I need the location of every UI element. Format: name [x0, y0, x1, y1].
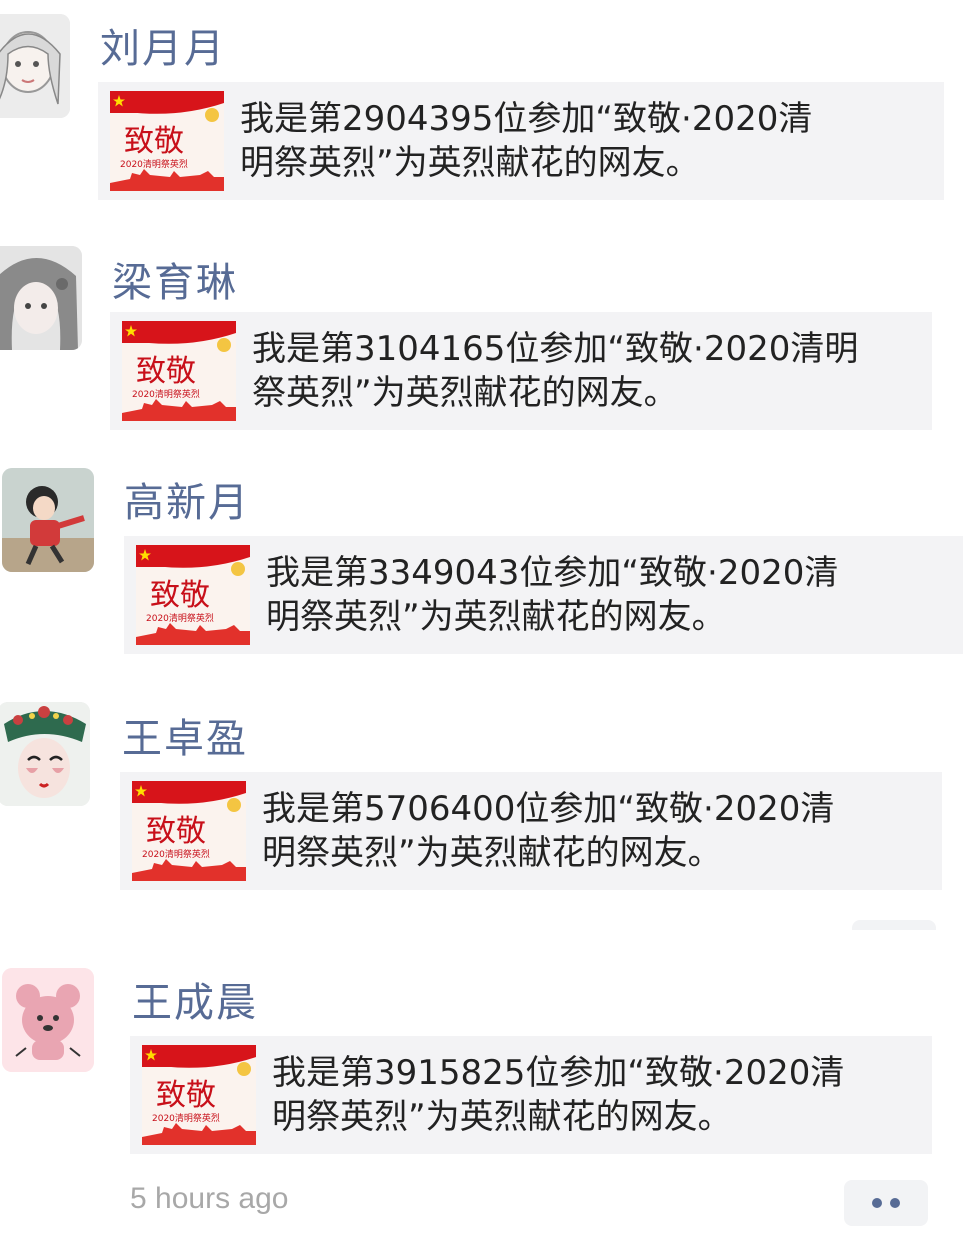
card-text-line: 我是第3915825位参加“致敬·2020清	[272, 1053, 845, 1093]
avatar[interactable]	[0, 14, 70, 118]
card-text-line: 明祭英烈”为英烈献花的网友。	[262, 833, 722, 873]
card-text: 我是第3104165位参加“致敬·2020清明 祭英烈”为英烈献花的网友。	[252, 327, 872, 415]
card-text: 我是第3915825位参加“致敬·2020清 明祭英烈”为英烈献花的网友。	[272, 1051, 858, 1139]
card-text-line: 我是第2904395位参加“致敬·2020清	[240, 99, 813, 139]
thumb-title: 致敬	[124, 124, 184, 159]
avatar[interactable]	[2, 468, 94, 572]
thumb-title: 致敬	[150, 578, 210, 613]
card-text: 我是第3349043位参加“致敬·2020清 明祭英烈”为英烈献花的网友。	[266, 551, 852, 639]
avatar[interactable]	[2, 968, 94, 1072]
user-name[interactable]: 刘月月	[100, 16, 226, 74]
more-options-button[interactable]	[844, 1180, 928, 1226]
thumb-subtitle: 2020清明祭英烈	[142, 848, 210, 860]
thumb-subtitle: 2020清明祭英烈	[120, 158, 188, 170]
card-text-line: 我是第5706400位参加“致敬·2020清	[262, 789, 835, 829]
thumb-title: 致敬	[146, 814, 206, 849]
card-text-line: 我是第3349043位参加“致敬·2020清	[266, 553, 839, 593]
thumb-subtitle: 2020清明祭英烈	[132, 388, 200, 400]
shared-link-card[interactable]: 致敬 2020清明祭英烈 我是第3104165位参加“致敬·2020清明 祭英烈…	[110, 312, 932, 430]
user-name[interactable]: 梁育琳	[112, 250, 238, 308]
user-name[interactable]: 高新月	[124, 470, 250, 528]
shared-link-card[interactable]: 致敬 2020清明祭英烈 我是第3915825位参加“致敬·2020清 明祭英烈…	[130, 1036, 932, 1154]
post-timestamp: 5 hours ago	[130, 1182, 289, 1215]
tribute-thumbnail: 致敬 2020清明祭英烈	[132, 781, 246, 881]
avatar[interactable]	[0, 702, 90, 806]
tribute-thumbnail: 致敬 2020清明祭英烈	[110, 91, 224, 191]
card-text-line: 我是第3104165位参加“致敬·2020清明	[252, 329, 859, 369]
thumb-subtitle: 2020清明祭英烈	[152, 1112, 220, 1124]
card-text-line: 明祭英烈”为英烈献花的网友。	[266, 597, 726, 637]
shared-link-card[interactable]: 致敬 2020清明祭英烈 我是第3349043位参加“致敬·2020清 明祭英烈…	[124, 536, 963, 654]
dot-icon	[872, 1198, 882, 1208]
dot-icon	[890, 1198, 900, 1208]
divider	[0, 930, 963, 940]
shared-link-card[interactable]: 致敬 2020清明祭英烈 我是第5706400位参加“致敬·2020清 明祭英烈…	[120, 772, 942, 890]
card-text-line: 明祭英烈”为英烈献花的网友。	[272, 1097, 732, 1137]
card-text: 我是第2904395位参加“致敬·2020清 明祭英烈”为英烈献花的网友。	[240, 97, 826, 185]
thumb-subtitle: 2020清明祭英烈	[146, 612, 214, 624]
user-name[interactable]: 王成晨	[132, 970, 258, 1028]
tribute-thumbnail: 致敬 2020清明祭英烈	[136, 545, 250, 645]
tribute-thumbnail: 致敬 2020清明祭英烈	[122, 321, 236, 421]
user-name[interactable]: 王卓盈	[122, 706, 248, 764]
thumb-title: 致敬	[136, 354, 196, 389]
tribute-thumbnail: 致敬 2020清明祭英烈	[142, 1045, 256, 1145]
thumb-title: 致敬	[156, 1078, 216, 1113]
card-text: 我是第5706400位参加“致敬·2020清 明祭英烈”为英烈献花的网友。	[262, 787, 848, 875]
avatar[interactable]	[0, 246, 82, 350]
card-text-line: 祭英烈”为英烈献花的网友。	[252, 373, 678, 413]
shared-link-card[interactable]: 致敬 2020清明祭英烈 我是第2904395位参加“致敬·2020清 明祭英烈…	[98, 82, 944, 200]
card-text-line: 明祭英烈”为英烈献花的网友。	[240, 143, 700, 183]
